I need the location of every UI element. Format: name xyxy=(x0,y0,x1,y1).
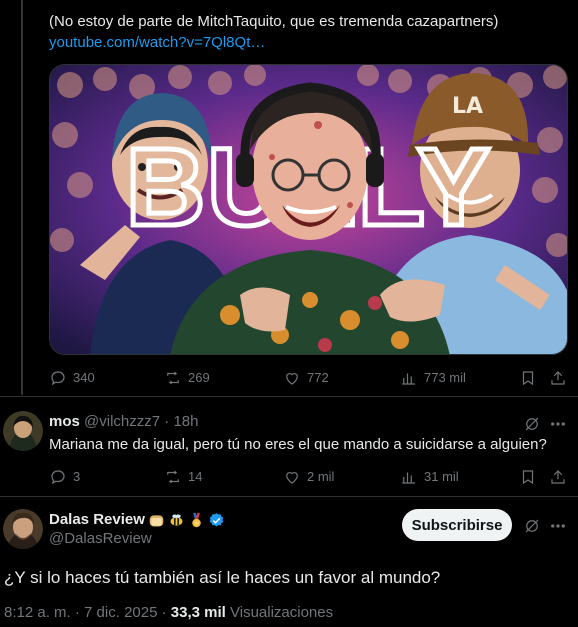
reply-header: mos @vilchzzz7 · 18h xyxy=(49,413,198,431)
views-count: 33,3 mil xyxy=(170,604,226,621)
heart-icon xyxy=(286,472,298,484)
parent-tweet-text: (No estoy de parte de MitchTaquito, que … xyxy=(49,13,499,30)
share-icon xyxy=(551,470,565,484)
reply-author-name[interactable]: mos xyxy=(49,413,80,430)
reply-count: 340 xyxy=(73,370,95,385)
bar-chart-icon xyxy=(402,373,415,385)
bookmark-button[interactable] xyxy=(519,468,537,486)
grok-icon xyxy=(525,519,539,533)
reply-handle[interactable]: @vilchzzz7 xyxy=(84,413,160,430)
avatar[interactable] xyxy=(3,411,43,451)
reply-actions: 3 14 2 mil 31 mil xyxy=(49,467,574,487)
grok-icon xyxy=(525,417,539,431)
share-button[interactable] xyxy=(549,468,567,486)
grok-button[interactable] xyxy=(522,414,542,434)
bread-emoji-icon xyxy=(149,514,164,526)
share-icon xyxy=(551,371,565,385)
reply-text: Mariana me da igual, pero tú no eres el … xyxy=(49,436,547,453)
retweet-count: 14 xyxy=(188,469,203,484)
retweet-count: 269 xyxy=(188,370,210,385)
tweet-meta: 8:12 a. m. · 7 dic. 2025 · 33,3 mil Visu… xyxy=(4,604,333,622)
views-button[interactable]: 31 mil xyxy=(400,468,459,486)
main-author-handle[interactable]: @DalasReview xyxy=(49,530,152,548)
video-thumbnail[interactable]: LA BULLY xyxy=(49,64,568,355)
retweet-icon xyxy=(167,371,179,385)
tweet-time[interactable]: 8:12 a. m. xyxy=(4,604,71,621)
tweet-date[interactable]: 7 dic. 2025 xyxy=(84,604,157,621)
retweet-button[interactable]: 269 xyxy=(164,369,210,387)
reply-count: 3 xyxy=(73,469,81,484)
views-count: 773 mil xyxy=(424,370,466,385)
more-icon xyxy=(551,422,565,426)
separator: · xyxy=(161,604,167,621)
bookmark-icon xyxy=(522,470,534,485)
main-author-name-row[interactable]: Dalas Review xyxy=(49,511,225,529)
main-tweet-text: ¿Y si lo haces tú también así le haces u… xyxy=(4,568,441,587)
bookmark-icon xyxy=(522,371,534,386)
youtube-link[interactable]: youtube.com/watch?v=7Ql8Qt… xyxy=(49,33,265,53)
like-button[interactable]: 2 mil xyxy=(283,468,334,486)
reply-icon xyxy=(51,371,65,386)
main-author-name[interactable]: Dalas Review xyxy=(49,511,145,529)
bee-emoji-icon xyxy=(170,514,183,526)
bookmark-button[interactable] xyxy=(519,369,537,387)
retweet-icon xyxy=(167,470,179,484)
views-count: 31 mil xyxy=(424,469,459,484)
reply-button[interactable]: 3 xyxy=(49,468,80,486)
separator: · xyxy=(74,604,80,621)
verified-badge-icon xyxy=(209,512,224,527)
reply-time[interactable]: 18h xyxy=(173,413,198,430)
heart-icon xyxy=(286,373,298,385)
more-icon xyxy=(551,524,565,528)
views-button[interactable]: 773 mil xyxy=(400,369,466,387)
grok-button[interactable] xyxy=(522,516,542,536)
retweet-button[interactable]: 14 xyxy=(164,468,202,486)
like-button[interactable]: 772 xyxy=(283,369,329,387)
more-options-button[interactable] xyxy=(548,516,568,536)
divider xyxy=(0,396,578,397)
more-options-button[interactable] xyxy=(548,414,568,434)
like-count: 772 xyxy=(307,370,329,385)
subscribe-button[interactable]: Subscribirse xyxy=(402,509,512,541)
thread-line xyxy=(21,0,23,395)
views-label: Visualizaciones xyxy=(230,604,334,621)
parent-tweet-actions: 340 269 772 773 mil xyxy=(49,368,574,388)
medal-emoji-icon xyxy=(192,512,201,527)
separator: · xyxy=(164,413,170,430)
bar-chart-icon xyxy=(402,472,415,484)
reply-icon xyxy=(51,470,65,485)
reply-button[interactable]: 340 xyxy=(49,369,95,387)
divider xyxy=(0,496,578,497)
main-avatar[interactable] xyxy=(3,509,43,549)
svg-text:LA: LA xyxy=(452,94,483,119)
like-count: 2 mil xyxy=(307,469,335,484)
share-button[interactable] xyxy=(549,369,567,387)
